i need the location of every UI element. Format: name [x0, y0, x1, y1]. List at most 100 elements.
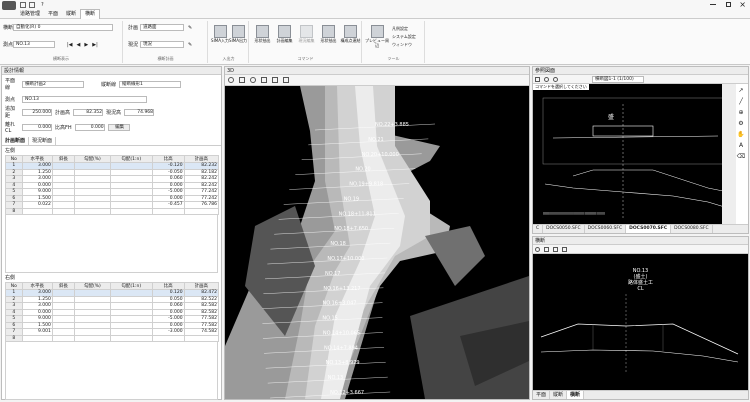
profile-field[interactable]: 縦断線形1: [119, 80, 182, 88]
settings-icon[interactable]: ⚙: [735, 118, 747, 129]
col-header[interactable]: 比高: [151, 282, 185, 290]
zoom-out-icon[interactable]: [553, 76, 558, 82]
measure-icon[interactable]: ⊕: [735, 107, 747, 118]
col-header[interactable]: 水平長: [21, 282, 53, 290]
right-side-table[interactable]: No 水平長 斜長 勾配(%) 勾配(1:n) 比高 計画高 1 3.000 0.120 82.4…: [5, 282, 220, 342]
drawing-select[interactable]: 横断図1-1 (1/100): [592, 75, 644, 83]
col-header[interactable]: 計画高: [183, 282, 220, 290]
plan-edit-button[interactable]: 計画編集: [274, 25, 295, 43]
route-select[interactable]: 自動化(R) 0: [13, 24, 113, 31]
zoom-icon[interactable]: [535, 246, 540, 252]
table-cell[interactable]: [73, 334, 112, 342]
station-field[interactable]: NO.13: [22, 96, 147, 103]
pen-icon[interactable]: ✎: [188, 25, 192, 31]
tab-cross[interactable]: 横断: [567, 391, 585, 399]
col-header[interactable]: 勾配(%): [73, 155, 112, 163]
drawing-tab[interactable]: DOCS0070.SFC: [626, 225, 672, 233]
col-header[interactable]: 勾配(1:n): [110, 155, 153, 163]
system-setting-item[interactable]: システム設定: [392, 33, 416, 41]
point-link-button[interactable]: 構成点連結: [340, 25, 361, 43]
drawing-tab[interactable]: DOCS0080.SFC: [671, 225, 713, 233]
print-icon[interactable]: [535, 76, 540, 82]
window-item[interactable]: ウィンドウ: [392, 41, 416, 49]
line-icon[interactable]: ╱: [735, 96, 747, 107]
table-row[interactable]: 8: [5, 334, 220, 342]
menu-road[interactable]: 道路管理: [16, 10, 44, 19]
drawing-tab[interactable]: DOCS0060.SFC: [585, 225, 627, 233]
offset-cl-field[interactable]: 0.000: [22, 124, 52, 131]
hand-icon[interactable]: ✋: [735, 129, 747, 140]
layer-icon[interactable]: [283, 77, 289, 83]
col-header[interactable]: 水平長: [21, 155, 53, 163]
table-cell[interactable]: 8: [5, 334, 23, 342]
plan-height-field[interactable]: 82.352: [73, 108, 104, 116]
tab-plan[interactable]: 平面: [533, 391, 551, 399]
tab-existing-section[interactable]: 現況断面: [29, 137, 57, 145]
existing-edit-button[interactable]: 現況編集: [296, 25, 317, 43]
existing-height-field[interactable]: 74.968: [124, 108, 155, 116]
nav-prev-icon[interactable]: ◀: [77, 42, 81, 48]
tab-plan-section[interactable]: 計画断面: [2, 137, 30, 145]
col-header[interactable]: No: [5, 155, 23, 163]
save-icon[interactable]: [20, 2, 26, 8]
table-cell[interactable]: 8: [5, 207, 23, 215]
table-cell[interactable]: [183, 334, 220, 342]
add-distance-field[interactable]: 250.000: [22, 108, 52, 116]
pen-icon[interactable]: ✎: [188, 42, 192, 48]
minimize-icon[interactable]: [710, 4, 716, 5]
shape-extract-button[interactable]: 形状抽出: [252, 25, 273, 43]
legend-setting-item[interactable]: 凡例設定: [392, 25, 416, 33]
col-header[interactable]: 比高: [151, 155, 185, 163]
table-cell[interactable]: [151, 207, 185, 215]
left-side-table[interactable]: No 水平長 斜長 勾配(%) 勾配(1:n) 比高 計画高 1 3.000 -0.120 82.…: [5, 155, 220, 215]
alignment-field[interactable]: 横断計画2: [22, 80, 84, 88]
station-select[interactable]: NO.13: [13, 41, 55, 48]
col-header[interactable]: 計画高: [183, 155, 220, 163]
table-cell[interactable]: [51, 207, 75, 215]
app-logo-icon[interactable]: [2, 0, 16, 10]
table-cell[interactable]: [151, 334, 185, 342]
grid-icon[interactable]: [272, 77, 278, 83]
menu-plan[interactable]: 平面: [44, 10, 62, 19]
col-header[interactable]: 勾配(%): [73, 282, 112, 290]
grid-icon[interactable]: [562, 246, 567, 252]
close-icon[interactable]: ×: [739, 0, 746, 9]
sima-input-button[interactable]: SIMA入力: [211, 25, 229, 43]
pan-icon[interactable]: [544, 246, 549, 252]
pan-icon[interactable]: [239, 77, 245, 83]
table-cell[interactable]: [110, 334, 153, 342]
cross-section-canvas[interactable]: NO.13 (盛土) 路体盛土工 CL: [533, 254, 748, 390]
plan-select[interactable]: 道路面: [140, 24, 184, 31]
menu-cross[interactable]: 横断: [80, 9, 101, 19]
rotate-icon[interactable]: [250, 77, 256, 83]
nav-first-icon[interactable]: |◀: [67, 42, 73, 48]
drawing-tab[interactable]: C: [533, 225, 544, 233]
menu-profile[interactable]: 縦断: [62, 10, 80, 19]
col-header[interactable]: 斜長: [51, 155, 75, 163]
zoom-in-icon[interactable]: [544, 76, 549, 82]
relative-height-field[interactable]: 0.000: [74, 124, 105, 131]
table-cell[interactable]: [51, 334, 75, 342]
reference-canvas[interactable]: コマンドを選択してください 盛 ||||||||||||||||||||||||…: [533, 84, 736, 224]
nav-next-icon[interactable]: ▶: [84, 42, 88, 48]
maximize-icon[interactable]: [726, 2, 731, 7]
tab-profile[interactable]: 縦断: [550, 391, 568, 399]
zoom-icon[interactable]: [228, 77, 234, 83]
table-cell[interactable]: [73, 207, 112, 215]
fit-icon[interactable]: [261, 77, 267, 83]
shape-extract-2-button[interactable]: 形状抽出: [318, 25, 339, 43]
nav-last-icon[interactable]: ▶|: [92, 42, 98, 48]
preview-button[interactable]: プレビュー周辺: [365, 25, 389, 48]
sima-output-button[interactable]: SIMA出力: [229, 25, 247, 43]
col-header[interactable]: 勾配(1:n): [110, 282, 153, 290]
existing-select[interactable]: 現況: [140, 41, 184, 48]
table-cell[interactable]: [21, 207, 53, 215]
fit-icon[interactable]: [553, 246, 558, 252]
table-cell[interactable]: [21, 334, 53, 342]
cursor-icon[interactable]: ↗: [735, 85, 747, 96]
table-cell[interactable]: [183, 207, 220, 215]
text-icon[interactable]: A: [735, 140, 747, 151]
open-icon[interactable]: [29, 2, 35, 8]
col-header[interactable]: No: [5, 282, 23, 290]
col-header[interactable]: 斜長: [51, 282, 75, 290]
